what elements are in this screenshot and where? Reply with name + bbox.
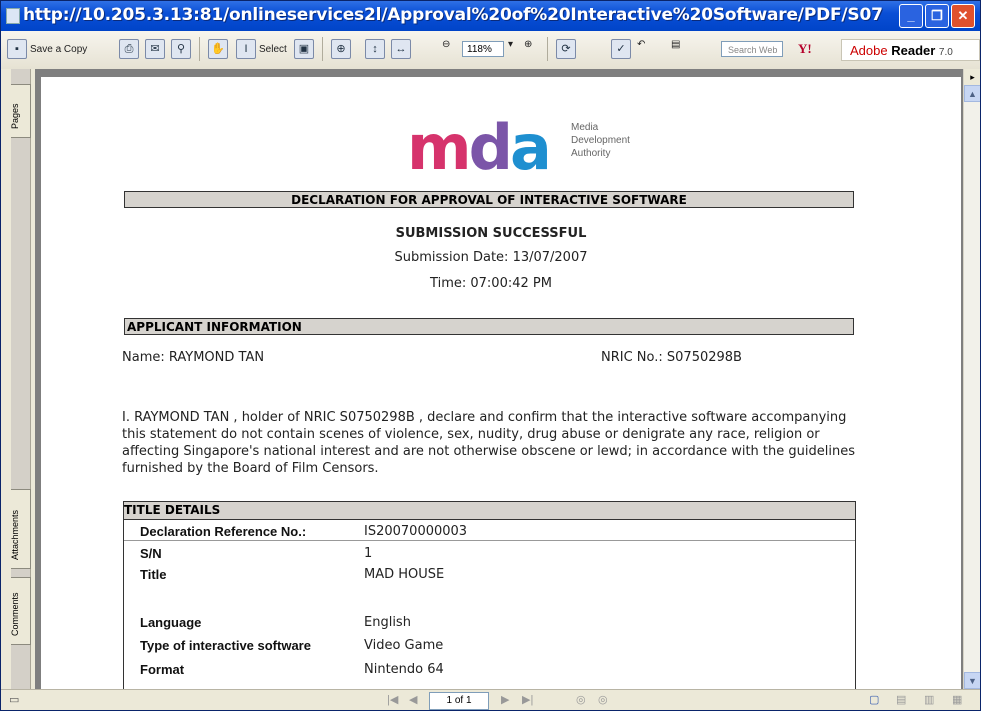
status-bar: ▭ |◀ ◀ 1 of 1 ▶ ▶| ◎ ◎ ▢ ▤ ▥ ▦ xyxy=(1,689,980,710)
declaration-heading: DECLARATION FOR APPROVAL OF INTERACTIVE … xyxy=(124,191,854,208)
submission-time: Time: 07:00:42 PM xyxy=(430,276,552,291)
save-copy-label: Save a Copy xyxy=(30,43,88,55)
mda-logo: mda Media Development Authority xyxy=(407,117,630,179)
document-button[interactable]: ▤ xyxy=(671,39,680,50)
floppy-icon: ▪ xyxy=(7,39,27,59)
select-tool-button[interactable]: I Select xyxy=(236,39,287,59)
restore-button[interactable]: ❐ xyxy=(925,4,949,28)
print-button[interactable]: ⎙ xyxy=(119,39,139,59)
document-icon xyxy=(6,8,20,24)
zoom-dropdown[interactable]: ▾ xyxy=(508,39,513,50)
zoom-input[interactable]: 118% xyxy=(462,41,504,57)
next-page-button[interactable]: ▶ xyxy=(501,693,509,706)
binoculars-icon: ⚲ xyxy=(171,39,191,59)
select-label: Select xyxy=(259,43,287,55)
acrobat-window: http://10.205.3.13:81/onlineservices2l/A… xyxy=(0,0,981,711)
next-view-button[interactable]: ◎ xyxy=(598,693,608,706)
previous-page-button[interactable]: ◀ xyxy=(409,693,417,706)
single-page-icon[interactable]: ▢ xyxy=(869,693,879,706)
zoom-out-icon: ⊖ xyxy=(442,39,451,50)
first-page-button[interactable]: |◀ xyxy=(387,693,398,706)
rotate-button[interactable]: ⟳ xyxy=(556,39,576,59)
print-icon: ⎙ xyxy=(119,39,139,59)
zoom-out-button[interactable]: ⊖ xyxy=(442,39,450,50)
applicant-name: Name: RAYMOND TAN xyxy=(122,350,265,365)
rotate-icon: ⟳ xyxy=(556,39,576,59)
window-title: http://10.205.3.13:81/onlineservices2l/A… xyxy=(23,5,883,25)
page-number-field[interactable]: 1 of 1 xyxy=(429,692,489,710)
email-icon: ✉ xyxy=(145,39,165,59)
undo-button[interactable]: ↶ xyxy=(637,39,645,50)
tab-pages[interactable]: Pages xyxy=(10,84,31,138)
toolbar-separator xyxy=(547,37,548,61)
tab-comments[interactable]: Comments xyxy=(10,577,31,645)
navigation-pane: Pages Attachments Comments xyxy=(1,69,35,689)
adobe-reader-logo: Adobe Reader 7.0 xyxy=(841,39,980,61)
logo-letter: d xyxy=(468,111,513,184)
save-copy-button[interactable]: ▪ Save a Copy xyxy=(7,39,87,59)
applicant-section-heading: APPLICANT INFORMATION xyxy=(124,318,854,335)
text-cursor-icon: I xyxy=(236,39,256,59)
submission-date: Submission Date: 13/07/2007 xyxy=(394,250,588,265)
applicant-nric: NRIC No.: S0750298B xyxy=(601,350,742,365)
table-row: Declaration Reference No.: IS20070000003 xyxy=(140,524,468,539)
search-button[interactable]: ⚲ xyxy=(171,39,191,59)
previous-view-button[interactable]: ◎ xyxy=(576,693,586,706)
continuous-facing-icon[interactable]: ▦ xyxy=(952,693,962,706)
title-details-heading: TITLE DETAILS xyxy=(124,502,855,520)
document-page-icon: ▤ xyxy=(671,39,681,50)
fit-width-button[interactable]: ↔ xyxy=(391,39,411,59)
last-page-button[interactable]: ▶| xyxy=(522,693,533,706)
logo-letter: m xyxy=(407,111,472,184)
toolbar-separator xyxy=(199,37,200,61)
undo-icon: ↶ xyxy=(637,39,646,50)
title-bar: http://10.205.3.13:81/onlineservices2l/A… xyxy=(1,1,980,31)
table-row: Title MAD HOUSE xyxy=(140,567,445,582)
hand-icon: ✋ xyxy=(208,39,228,59)
snapshot-button[interactable]: ▣ xyxy=(294,39,314,59)
table-row: Format Nintendo 64 xyxy=(140,662,444,677)
mda-logo-text: Media Development Authority xyxy=(571,122,630,159)
options-arrow-icon[interactable]: ▸ xyxy=(964,69,980,86)
declaration-paragraph: I. RAYMOND TAN , holder of NRIC S0750298… xyxy=(122,410,855,476)
zoom-in-icon: ⊕ xyxy=(524,39,533,50)
search-web-input[interactable]: Search Web xyxy=(721,41,783,57)
toolbar: ▪ Save a Copy ⎙ ✉ ⚲ ✋ I Select ▣ ⊕ ↕ ↔ ⊖… xyxy=(1,31,980,70)
facing-pages-icon[interactable]: ▥ xyxy=(924,693,934,706)
vertical-scrollbar[interactable]: ▸ ▲ ▼ xyxy=(963,69,980,689)
scroll-up-button[interactable]: ▲ xyxy=(964,85,980,102)
minimize-button[interactable]: _ xyxy=(899,4,923,28)
hand-tool-button[interactable]: ✋ xyxy=(208,39,228,59)
close-button[interactable]: ✕ xyxy=(951,4,975,28)
yahoo-logo[interactable]: Y! xyxy=(798,41,812,57)
spellcheck-button[interactable]: ✓ xyxy=(611,39,631,59)
email-button[interactable]: ✉ xyxy=(145,39,165,59)
actual-size-button[interactable]: ↕ xyxy=(365,39,385,59)
page-layout-icon[interactable]: ▭ xyxy=(9,693,19,706)
table-row: Type of interactive software Video Game xyxy=(140,638,444,653)
zoom-in-tool-button[interactable]: ⊕ xyxy=(331,39,351,59)
camera-icon: ▣ xyxy=(294,39,314,59)
logo-letter: a xyxy=(510,111,552,184)
table-row: Language English xyxy=(140,615,411,630)
continuous-icon[interactable]: ▤ xyxy=(896,693,906,706)
chevron-down-icon: ▾ xyxy=(508,39,514,50)
tab-attachments[interactable]: Attachments xyxy=(10,489,31,569)
fit-page-icon: ↕ xyxy=(365,39,385,59)
magnifier-icon: ⊕ xyxy=(331,39,351,59)
submission-status: SUBMISSION SUCCESSFUL xyxy=(395,226,587,241)
scroll-down-button[interactable]: ▼ xyxy=(964,672,980,689)
spellcheck-icon: ✓ xyxy=(611,39,631,59)
document-viewport[interactable]: mda Media Development Authority DECLARAT… xyxy=(35,69,963,710)
pdf-page: mda Media Development Authority DECLARAT… xyxy=(41,77,961,710)
zoom-in-button[interactable]: ⊕ xyxy=(524,39,532,50)
title-details-table: TITLE DETAILS Declaration Reference No.:… xyxy=(123,501,856,710)
mda-logo-mark: mda xyxy=(407,117,567,179)
toolbar-separator xyxy=(322,37,323,61)
fit-width-icon: ↔ xyxy=(391,39,411,59)
table-row: S/N 1 xyxy=(140,546,373,561)
